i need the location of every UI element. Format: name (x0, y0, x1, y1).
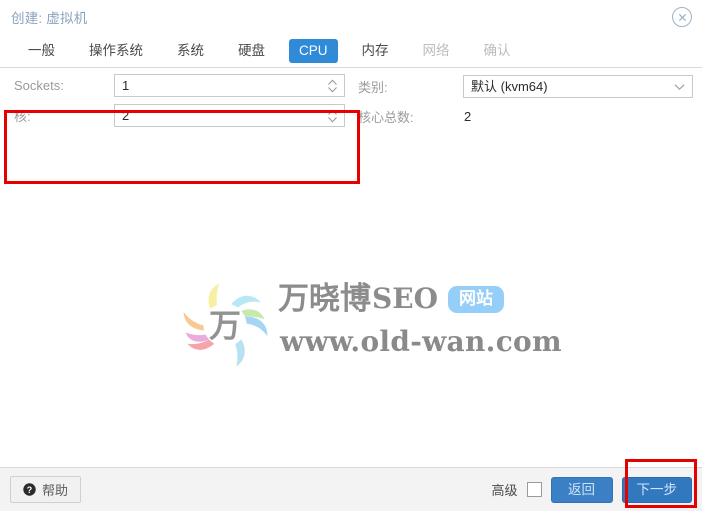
svg-text:?: ? (27, 485, 33, 495)
svg-text:万: 万 (209, 306, 241, 344)
help-button-label: 帮助 (42, 483, 69, 498)
close-icon[interactable] (672, 7, 692, 27)
watermark-url: www.old-wan.com (280, 325, 562, 358)
back-button[interactable]: 返回 (550, 476, 613, 503)
tab-disk[interactable]: 硬盘 (228, 39, 275, 63)
total-cores-value: 2 (464, 109, 472, 124)
tab-memory[interactable]: 内存 (352, 39, 399, 63)
cpu-type-label: 类别: (358, 80, 388, 95)
watermark-overlay: 万 万晓博 SEO 网站 www.old-wan.com (178, 275, 562, 375)
total-cores-label: 核心总数: (358, 110, 414, 125)
cpu-type-select[interactable]: 默认 (kvm64) (463, 75, 693, 98)
advanced-checkbox[interactable] (526, 482, 542, 497)
dialog-titlebar: 创建: 虚拟机 (0, 0, 702, 34)
chevron-down-icon[interactable] (674, 83, 685, 91)
tab-system[interactable]: 系统 (167, 39, 214, 63)
create-vm-dialog: 创建: 虚拟机 一般 操作系统 系统 硬盘 CPU 内存 网络 确认 Socke… (0, 0, 702, 511)
form-right-column: 类别: 默认 (kvm64) 核心总数: 2 (352, 74, 693, 127)
help-button[interactable]: ? 帮助 (10, 476, 82, 503)
tab-general[interactable]: 一般 (18, 39, 65, 63)
pinwheel-logo-icon: 万 (178, 278, 272, 372)
tab-os[interactable]: 操作系统 (79, 39, 153, 63)
cpu-settings-form: Sockets: 1 核: 2 类别: 默认 (kvm64) 核心总数: 2 (0, 74, 702, 127)
cpu-type-value: 默认 (kvm64) (471, 79, 548, 94)
wizard-tabs: 一般 操作系统 系统 硬盘 CPU 内存 网络 确认 (0, 34, 702, 68)
watermark-brand-cn: 万晓博 (278, 281, 371, 317)
next-button[interactable]: 下一步 (621, 476, 692, 503)
sockets-stepper[interactable] (327, 78, 338, 93)
page-title: 创建: 虚拟机 (11, 11, 88, 26)
form-left-column: Sockets: 1 核: 2 (0, 74, 352, 127)
tab-confirm: 确认 (483, 43, 511, 58)
advanced-label: 高级 (491, 483, 518, 498)
cores-value: 2 (122, 108, 130, 123)
tab-cpu[interactable]: CPU (289, 39, 338, 63)
cores-label: 核: (14, 109, 31, 124)
sockets-input[interactable]: 1 (114, 74, 345, 97)
watermark-brand-en: SEO (372, 282, 438, 315)
dialog-content: Sockets: 1 核: 2 类别: 默认 (kvm64) 核心总数: 2 万… (0, 68, 702, 468)
dialog-footer: ? 帮助 高级 返回 下一步 (0, 468, 702, 511)
sockets-value: 1 (122, 78, 130, 93)
tab-network: 网络 (422, 43, 450, 58)
cores-stepper[interactable] (327, 108, 338, 123)
watermark-badge: 网站 (447, 285, 504, 313)
question-mark-icon: ? (23, 483, 36, 496)
cores-input[interactable]: 2 (114, 104, 345, 127)
sockets-label: Sockets: (14, 78, 64, 93)
footer-actions: 高级 返回 下一步 (491, 476, 692, 503)
watermark-brand-line: 万晓博 SEO 网站 (278, 281, 504, 317)
